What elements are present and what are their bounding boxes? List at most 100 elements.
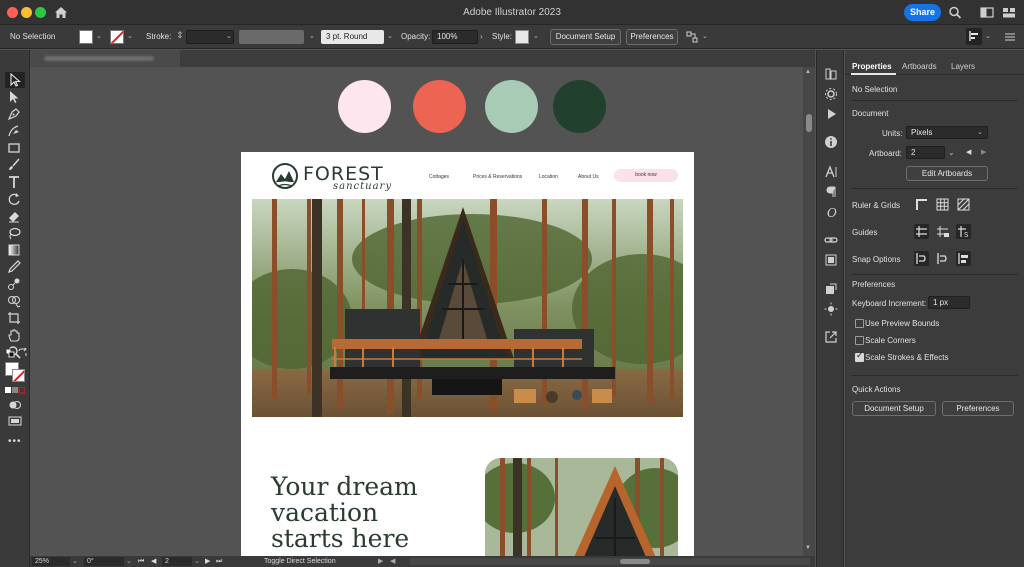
palette-circle-sage[interactable]: [485, 80, 538, 133]
brush-definition-select[interactable]: 3 pt. Round: [321, 30, 384, 44]
snap-to-pixel-toggle[interactable]: [935, 251, 950, 266]
nav-about-us[interactable]: About Us: [578, 174, 599, 180]
properties-settings-button[interactable]: [824, 87, 838, 101]
brush-chevron-icon[interactable]: ⌄: [309, 32, 315, 40]
draw-mode-icon[interactable]: [9, 400, 21, 410]
type-tool[interactable]: [7, 175, 23, 189]
shape-builder-tool[interactable]: [7, 294, 23, 308]
edit-artboards-button[interactable]: Edit Artboards: [906, 166, 988, 181]
artboard-number-field[interactable]: 2: [162, 557, 192, 566]
smart-guides-toggle[interactable]: S: [956, 224, 971, 239]
rotate-tool[interactable]: [7, 192, 23, 206]
share-button[interactable]: Share: [904, 4, 941, 21]
zoom-level-field[interactable]: 25%: [32, 557, 70, 566]
palette-circle-coral[interactable]: [413, 80, 466, 133]
screen-mode-icon[interactable]: [8, 416, 22, 427]
rectangle-tool[interactable]: [7, 141, 23, 155]
panel-menu-icon[interactable]: [1004, 32, 1016, 42]
previous-artboard-icon[interactable]: ◀: [151, 557, 156, 566]
opentype-panel-button[interactable]: O: [824, 205, 838, 220]
scale-strokes-effects-label[interactable]: Scale Strokes & Effects: [865, 353, 948, 362]
graphic-style-swatch[interactable]: [515, 30, 529, 44]
quick-document-setup-button[interactable]: Document Setup: [852, 401, 936, 416]
tab-layers[interactable]: Layers: [951, 62, 975, 71]
direct-selection-tool[interactable]: [7, 90, 23, 104]
opacity-arrow-icon[interactable]: ›: [480, 32, 483, 41]
show-guides-toggle[interactable]: [914, 224, 929, 239]
rulers-toggle[interactable]: [914, 197, 929, 212]
artboard-tool[interactable]: [7, 311, 23, 325]
tab-artboards[interactable]: Artboards: [902, 62, 937, 71]
curvature-tool[interactable]: [7, 124, 23, 138]
canvas-vertical-scrollbar[interactable]: ▲ ▼: [803, 67, 815, 556]
selection-tool[interactable]: [5, 72, 25, 88]
fill-chevron-down-icon[interactable]: ⌄: [96, 32, 102, 40]
tab-properties[interactable]: Properties: [852, 62, 892, 71]
artboard-number-select[interactable]: 2: [906, 146, 945, 159]
snap-to-glyph-toggle[interactable]: [956, 251, 971, 266]
color-mode-icons[interactable]: [5, 387, 25, 394]
workspace-layout-icon[interactable]: [980, 6, 994, 19]
canvas-area[interactable]: FOREST sanctuary Cottages Prices & Reser…: [30, 67, 803, 556]
status-info-arrow-icon[interactable]: ▶: [378, 557, 383, 566]
document-setup-button[interactable]: Document Setup: [550, 29, 621, 45]
artboard[interactable]: FOREST sanctuary Cottages Prices & Reser…: [241, 152, 694, 556]
transparency-grid-toggle[interactable]: [956, 197, 971, 212]
export-panel-button[interactable]: [824, 330, 838, 344]
eraser-tool[interactable]: [7, 209, 23, 223]
info-panel-button[interactable]: [824, 135, 838, 149]
preferences-button[interactable]: Preferences: [626, 29, 678, 45]
opacity-input[interactable]: 100%: [432, 30, 478, 44]
lock-guides-toggle[interactable]: [935, 224, 950, 239]
next-artboard-icon[interactable]: ▶: [205, 557, 210, 566]
nav-location[interactable]: Location: [539, 174, 558, 180]
first-artboard-icon[interactable]: ⏮: [138, 557, 144, 566]
previous-artboard-arrow-icon[interactable]: ◀: [966, 148, 971, 156]
stroke-chevron-down-icon[interactable]: ⌄: [127, 32, 133, 40]
pen-tool[interactable]: [7, 107, 23, 121]
last-artboard-icon[interactable]: ⏭: [216, 557, 222, 566]
nav-cottages[interactable]: Cottages: [429, 174, 449, 180]
scroll-up-arrow-icon[interactable]: ▲: [805, 69, 811, 75]
align-chevron-icon[interactable]: ⌄: [985, 32, 991, 40]
keyboard-increment-input[interactable]: 1 px: [928, 296, 970, 309]
align-panel-toggle[interactable]: [966, 28, 982, 45]
asset-export-panel-button[interactable]: [824, 282, 838, 296]
search-icon[interactable]: [948, 6, 962, 19]
artboard-chevron-down-icon[interactable]: ⌄: [948, 148, 955, 157]
book-now-button[interactable]: book now: [614, 169, 678, 182]
use-preview-bounds-checkbox[interactable]: [855, 319, 864, 328]
horizontal-scrollbar-thumb[interactable]: [620, 559, 650, 564]
default-colors-icon[interactable]: [5, 348, 15, 358]
use-preview-bounds-label[interactable]: Use Preview Bounds: [865, 319, 939, 328]
gradient-tool[interactable]: [7, 243, 23, 257]
nav-prices-reservations[interactable]: Prices & Reservations: [473, 174, 522, 180]
style-chevron-down-icon[interactable]: ⌄: [533, 32, 539, 40]
horizontal-scrollbar[interactable]: [410, 558, 810, 565]
libraries-panel-button[interactable]: [824, 67, 838, 81]
brush-definition-chevron-down-icon[interactable]: ⌄: [387, 32, 393, 40]
variable-width-profile[interactable]: [239, 30, 304, 44]
edit-toolbar-more-icon[interactable]: •••: [8, 436, 22, 447]
document-tab[interactable]: [30, 50, 180, 67]
appearance-panel-button[interactable]: [824, 302, 838, 316]
snap-to-point-toggle[interactable]: [914, 251, 929, 266]
grid-toggle[interactable]: [935, 197, 950, 212]
units-select[interactable]: Pixels ⌄: [906, 126, 988, 139]
scroll-down-arrow-icon[interactable]: ▼: [805, 545, 811, 551]
scrollbar-thumb[interactable]: [806, 114, 812, 132]
links-panel-button[interactable]: [824, 233, 838, 247]
artboard-number-chevron-icon[interactable]: ⌄: [194, 557, 200, 566]
paintbrush-tool[interactable]: [7, 158, 23, 172]
stroke-weight-stepper[interactable]: ⇕: [176, 30, 184, 41]
stroke-color-box[interactable]: [12, 369, 25, 382]
stroke-swatch[interactable]: [110, 30, 124, 44]
paragraph-panel-button[interactable]: [824, 185, 838, 199]
scroll-left-arrow-icon[interactable]: ◀: [390, 557, 395, 566]
actions-panel-button[interactable]: [824, 107, 838, 121]
stroke-weight-chevron-down-icon[interactable]: ⌄: [226, 32, 232, 40]
next-artboard-arrow-icon[interactable]: ▶: [981, 148, 986, 156]
more-options-chevron-icon[interactable]: ⌄: [702, 32, 708, 40]
rotation-chevron-icon[interactable]: ⌄: [126, 557, 132, 566]
palette-circle-forest[interactable]: [553, 80, 606, 133]
